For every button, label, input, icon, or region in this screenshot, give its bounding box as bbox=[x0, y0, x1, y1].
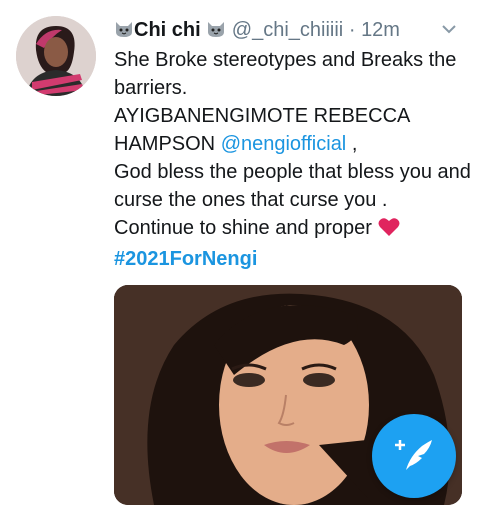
mention-link[interactable]: @nengiofficial bbox=[221, 133, 347, 155]
tweet-header: Chi chi @_chi_chiiiii · 12m bbox=[114, 16, 464, 44]
compose-tweet-button[interactable] bbox=[372, 414, 456, 498]
separator-dot: · bbox=[348, 19, 356, 41]
tweet-line: God bless the people that bless you and … bbox=[114, 161, 471, 211]
tweet-line: She Broke stereotypes and Breaks the bar… bbox=[114, 49, 457, 99]
tweet-line: AYIGBANENGIMOTE REBECCA HAMPSON @nengiof… bbox=[114, 102, 474, 158]
cat-face-icon bbox=[206, 19, 226, 47]
user-avatar-photo bbox=[16, 16, 96, 96]
tweet-timestamp[interactable]: 12m bbox=[361, 19, 400, 41]
display-name[interactable]: Chi chi bbox=[134, 19, 201, 41]
user-handle[interactable]: @_chi_chiiiii bbox=[232, 19, 343, 41]
hashtag-link[interactable]: #2021ForNengi bbox=[114, 245, 474, 273]
user-avatar[interactable] bbox=[16, 16, 96, 96]
tweet-punctuation: , bbox=[346, 133, 358, 155]
red-heart-icon bbox=[378, 217, 400, 245]
tweet-line: Continue to shine and proper bbox=[114, 214, 474, 245]
tweet-body: She Broke stereotypes and Breaks the bar… bbox=[114, 46, 474, 273]
chevron-down-icon[interactable] bbox=[440, 18, 458, 46]
cat-face-icon bbox=[114, 19, 134, 47]
compose-tweet-icon bbox=[395, 440, 432, 470]
tweet-line-text: Continue to shine and proper bbox=[114, 217, 372, 239]
